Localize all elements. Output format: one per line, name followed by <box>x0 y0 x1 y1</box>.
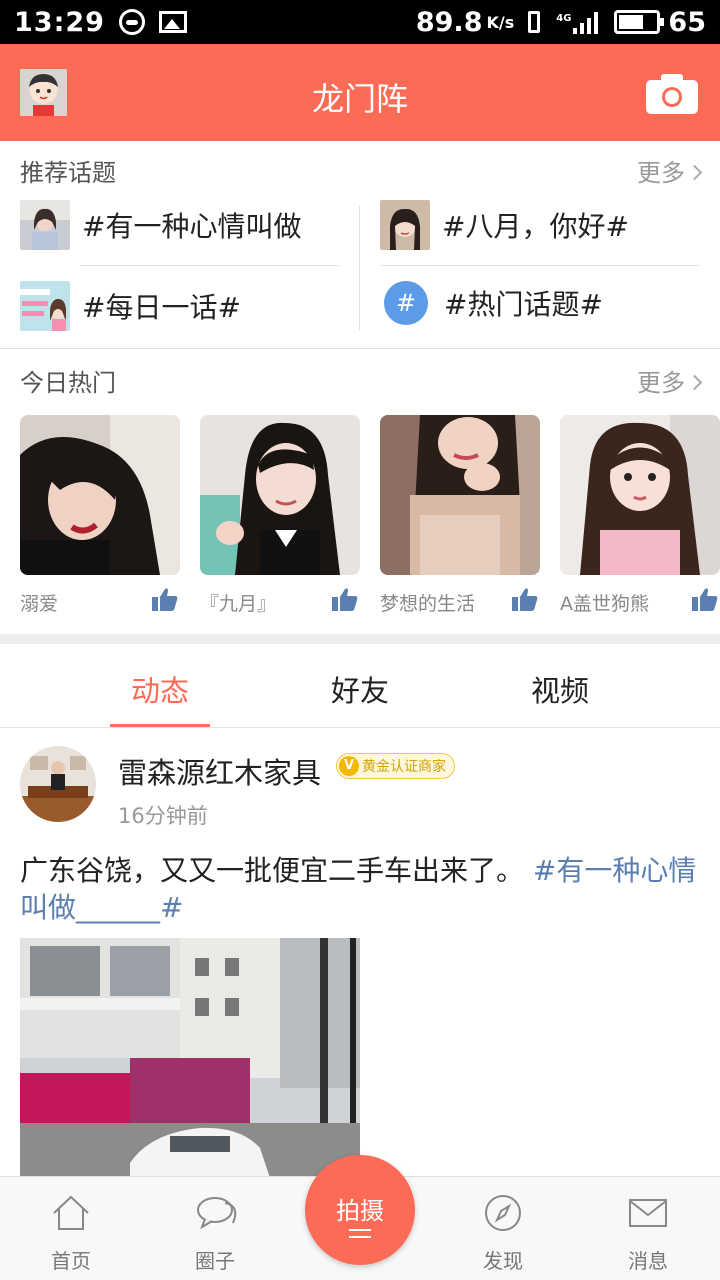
divider <box>0 727 720 728</box>
topic-thumbnail <box>20 200 70 250</box>
camera-icon <box>646 74 698 114</box>
hot-item-name: 溺爱 <box>20 593 59 615</box>
status-bar: 13:29 89.8 K/s 4G 65 <box>0 0 720 44</box>
section-separator <box>0 634 720 644</box>
nav-home-label: 首页 <box>51 1249 91 1273</box>
divider <box>380 265 700 266</box>
topic-item[interactable]: #有一种心情叫做 <box>20 200 301 250</box>
battery-level: 65 <box>668 6 706 38</box>
thumbs-up-icon[interactable] <box>152 587 178 611</box>
post-timestamp: 16分钟前 <box>118 804 208 828</box>
shoot-button[interactable]: 拍摄 <box>305 1155 415 1265</box>
divider <box>80 265 339 266</box>
topic-item[interactable]: # #热门话题# <box>380 281 603 325</box>
nav-circles[interactable]: 圈子 <box>165 1177 265 1280</box>
hot-item-name: 梦想的生活 <box>380 593 476 615</box>
nav-discover-label: 发现 <box>483 1249 523 1273</box>
nav-circles-label: 圈子 <box>195 1249 235 1273</box>
tab-videos[interactable]: 视频 <box>460 668 660 710</box>
home-icon <box>53 1195 89 1230</box>
compass-icon <box>485 1195 521 1231</box>
divider <box>359 206 360 330</box>
hot-item-photo[interactable] <box>200 415 360 575</box>
page-title: 龙门阵 <box>311 80 408 118</box>
nav-home[interactable]: 首页 <box>21 1177 121 1280</box>
more-label: 更多 <box>637 159 685 187</box>
mail-icon <box>629 1199 667 1227</box>
chat-bubble-icon <box>197 1197 237 1230</box>
post-photo[interactable] <box>20 938 360 1178</box>
section-title: 推荐话题 <box>20 159 116 187</box>
status-right: 89.8 K/s 4G 65 <box>416 7 706 38</box>
thumbs-up-icon[interactable] <box>332 587 358 611</box>
hot-item-photo[interactable] <box>20 415 180 575</box>
topic-thumbnail <box>380 200 430 250</box>
image-notification-icon <box>158 11 187 33</box>
tab-feed[interactable]: 动态 <box>60 668 260 710</box>
topic-thumbnail <box>20 281 70 331</box>
hot-item-photo[interactable] <box>560 415 720 575</box>
nav-messages-label: 消息 <box>628 1249 668 1273</box>
topic-item[interactable]: #每日一话# <box>20 281 241 331</box>
hot-item-name: A盖世狗熊 <box>560 593 649 615</box>
hot-item-photo[interactable] <box>380 415 540 575</box>
vibrate-icon <box>528 11 541 33</box>
tab-friends[interactable]: 好友 <box>260 668 460 710</box>
camera-button[interactable] <box>644 72 700 116</box>
section-divider <box>0 348 720 349</box>
thumbs-up-icon[interactable] <box>692 587 718 611</box>
topic-label: #每日一话# <box>82 291 241 324</box>
nav-discover[interactable]: 发现 <box>453 1177 553 1280</box>
post-author-name[interactable]: 雷森源红木家具 <box>118 750 321 792</box>
topic-label: #热门话题# <box>444 288 603 321</box>
app-header: 龙门阵 <box>0 44 720 141</box>
app-screen: 13:29 89.8 K/s 4G 65 龙门阵 推荐话题 更多 #有一种心情叫… <box>0 0 720 1280</box>
status-time: 13:29 <box>14 6 105 38</box>
badge-label: 黄金认证商家 <box>362 759 446 775</box>
verified-icon: V <box>339 756 359 776</box>
recommended-more-link[interactable]: 更多 <box>637 153 703 188</box>
battery-icon <box>614 10 665 34</box>
topic-item[interactable]: #八月，你好# <box>380 200 629 250</box>
feed-tabs: 动态 好友 视频 <box>0 644 720 728</box>
today-hot-more-link[interactable]: 更多 <box>637 363 703 398</box>
recommended-topics-header: 推荐话题 更多 <box>20 153 703 188</box>
verified-badge: V 黄金认证商家 <box>336 753 455 779</box>
net-speed: 89.8 <box>415 6 483 38</box>
topic-label: #八月，你好# <box>442 210 629 243</box>
more-label: 更多 <box>637 369 685 397</box>
nav-messages[interactable]: 消息 <box>598 1177 698 1280</box>
hot-item-name: 『九月』 <box>200 593 277 615</box>
section-title: 今日热门 <box>20 369 116 397</box>
post-author-avatar[interactable] <box>20 746 96 822</box>
hashtag-icon: # <box>384 281 428 325</box>
network-type: 4G <box>556 12 572 24</box>
chevron-right-icon <box>686 164 703 181</box>
net-speed-unit: K/s <box>486 12 515 32</box>
today-hot-header: 今日热门 更多 <box>20 363 703 398</box>
app-notification-icon <box>118 9 145 35</box>
post-content: 广东谷饶，又又一批便宜二手车出来了。 #有一种心情叫做______# <box>20 852 700 926</box>
signal-icon <box>573 10 599 34</box>
shoot-label: 拍摄 <box>336 1197 384 1225</box>
chevron-right-icon <box>686 374 703 391</box>
topic-label: #有一种心情叫做 <box>82 210 302 243</box>
menu-lines-icon <box>349 1229 371 1238</box>
post-text: 广东谷饶，又又一批便宜二手车出来了。 <box>20 854 525 887</box>
thumbs-up-icon[interactable] <box>512 587 538 611</box>
